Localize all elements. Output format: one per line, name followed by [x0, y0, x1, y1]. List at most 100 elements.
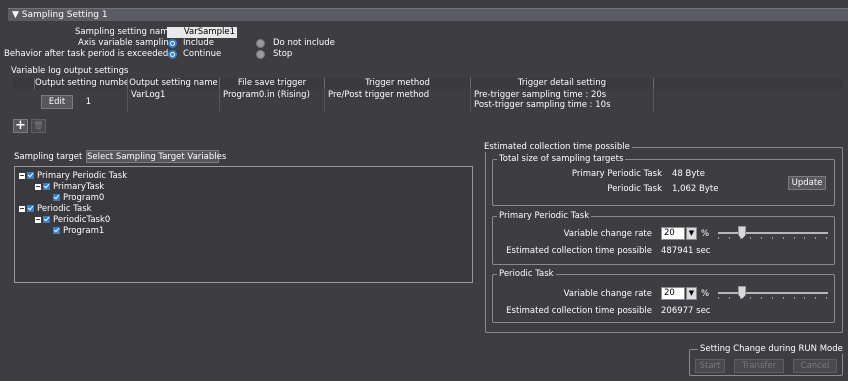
slider-track	[718, 232, 828, 234]
primary-time-label: Estimated collection time possible	[506, 246, 652, 256]
plus-icon: +	[15, 118, 26, 133]
collapse-icon[interactable]	[35, 216, 41, 223]
checkbox-checked-icon[interactable]	[43, 216, 50, 223]
checkbox-checked-icon[interactable]	[27, 205, 34, 212]
run-mode-group: Setting Change during RUN Mode Start Tra…	[689, 344, 845, 376]
slider-tick	[750, 297, 751, 299]
checkbox-checked-icon[interactable]	[53, 194, 60, 201]
cancel-button[interactable]: Cancel	[793, 359, 837, 373]
detail-line-1: Pre-trigger sampling time : 20s	[474, 90, 607, 100]
tree-item-label: PrimaryTask	[53, 182, 105, 192]
axis-exclude-label: Do not include	[273, 38, 335, 48]
slider-tick	[718, 237, 719, 239]
axis-exclude-radio[interactable]	[256, 39, 265, 48]
chevron-down-icon[interactable]: ▼	[686, 287, 697, 300]
collapse-icon[interactable]	[35, 183, 41, 190]
slider-tick	[729, 237, 730, 239]
edit-button[interactable]: Edit	[41, 95, 73, 109]
slider-tick	[794, 237, 795, 239]
primary-rate-slider[interactable]	[718, 226, 828, 242]
behavior-label: Behavior after task period is exceeded	[4, 49, 169, 59]
run-mode-title: Setting Change during RUN Mode	[698, 344, 845, 354]
behavior-stop-radio[interactable]	[256, 50, 265, 59]
tree-item-label: Primary Periodic Task	[37, 171, 128, 181]
tree-item-periodic-task[interactable]: Periodic Task	[19, 204, 92, 214]
periodic-time-label: Estimated collection time possible	[506, 306, 652, 316]
axis-include-radio[interactable]	[168, 39, 177, 48]
checkbox-checked-icon[interactable]	[43, 183, 50, 190]
tree-item-primary-task[interactable]: PrimaryTask	[35, 182, 104, 192]
slider-tick	[772, 297, 773, 299]
periodic-task-title: Periodic Task	[497, 269, 556, 279]
primary-task-group: Primary Periodic Task Variable change ra…	[492, 211, 835, 265]
slider-track	[718, 292, 828, 294]
section-title[interactable]: ▼ Sampling Setting 1	[8, 8, 848, 21]
estimate-panel: Estimated collection time possible Total…	[482, 142, 843, 333]
slider-tick	[826, 297, 827, 299]
slider-tick	[783, 297, 784, 299]
tree-item-periodic-task0[interactable]: PeriodicTask0	[35, 215, 110, 225]
output-number: 1	[85, 97, 92, 107]
tree-item-program1[interactable]: Program1	[53, 226, 104, 236]
col-header-detail: Trigger detail setting	[471, 78, 654, 89]
col-header-method: Trigger method	[325, 78, 471, 89]
slider-tick	[815, 297, 816, 299]
periodic-task-group: Periodic Task Variable change rate 20 ▼ …	[492, 269, 835, 323]
behavior-stop-label: Stop	[273, 49, 293, 59]
cell-detail: Pre-trigger sampling time : 20s Post-tri…	[471, 90, 654, 112]
update-button[interactable]: Update	[788, 176, 826, 190]
target-tree: Primary Periodic Task PrimaryTask Progra…	[14, 166, 473, 283]
total-size-title: Total size of sampling targets	[497, 154, 626, 164]
select-target-button[interactable]: Select Sampling Target Variables	[86, 150, 226, 163]
chevron-down-icon[interactable]: ▼	[686, 227, 697, 240]
slider-tick	[804, 297, 805, 299]
cell-number: Edit 1	[35, 90, 128, 112]
add-button[interactable]: +	[13, 119, 28, 133]
start-button[interactable]: Start	[695, 359, 725, 373]
slider-tick	[794, 297, 795, 299]
cell-name: VarLog1	[128, 90, 220, 112]
collapse-icon[interactable]	[19, 205, 25, 212]
collapse-icon[interactable]	[19, 172, 25, 179]
sampling-name-field[interactable]: VarSample1	[167, 27, 237, 38]
log-output-title: Variable log output settings	[11, 66, 129, 76]
cell-method: Pre/Post trigger method	[325, 90, 471, 112]
primary-rate-input[interactable]: 20	[661, 227, 685, 240]
slider-tick	[729, 297, 730, 299]
cell-file-trigger: Program0.in (Rising)	[220, 90, 325, 112]
tree-item-program0[interactable]: Program0	[53, 193, 104, 203]
detail-line-2: Post-trigger sampling time : 10s	[474, 100, 611, 110]
tree-item-primary-periodic-task[interactable]: Primary Periodic Task	[19, 171, 127, 181]
checkbox-checked-icon[interactable]	[27, 172, 34, 179]
checkbox-checked-icon[interactable]	[53, 227, 60, 234]
slider-tick	[783, 237, 784, 239]
total-periodic-label: Periodic Task	[607, 184, 662, 194]
slider-tick	[772, 237, 773, 239]
tree-item-label: Program1	[63, 226, 105, 236]
tree-item-label: Program0	[63, 193, 105, 203]
trash-icon: 🗑	[33, 121, 44, 130]
delete-button[interactable]: 🗑	[31, 119, 46, 133]
behavior-continue-radio[interactable]	[168, 50, 177, 59]
col-header-file-trigger: File save trigger	[220, 78, 325, 89]
total-primary-value: 48 Byte	[672, 169, 705, 179]
primary-task-title: Primary Periodic Task	[497, 211, 592, 221]
periodic-rate-input[interactable]: 20	[661, 287, 685, 300]
slider-tick	[750, 237, 751, 239]
slider-tick	[815, 237, 816, 239]
primary-rate-label: Variable change rate	[563, 229, 652, 239]
total-primary-label: Primary Periodic Task	[571, 169, 662, 179]
periodic-rate-unit: %	[701, 289, 710, 299]
slider-tick	[718, 297, 719, 299]
transfer-button[interactable]: Transfer	[734, 359, 784, 373]
name-label: Sampling setting name	[75, 27, 174, 37]
tree-item-label: Periodic Task	[37, 204, 92, 214]
periodic-rate-label: Variable change rate	[563, 289, 652, 299]
behavior-continue-label: Continue	[183, 49, 222, 59]
axis-label: Axis variable sampling	[78, 38, 175, 48]
estimate-title: Estimated collection time possible	[482, 142, 632, 152]
col-header-number: Output setting number	[35, 78, 128, 89]
primary-time-value: 487941 sec	[661, 246, 711, 256]
slider-tick	[761, 297, 762, 299]
periodic-rate-slider[interactable]	[718, 286, 828, 302]
